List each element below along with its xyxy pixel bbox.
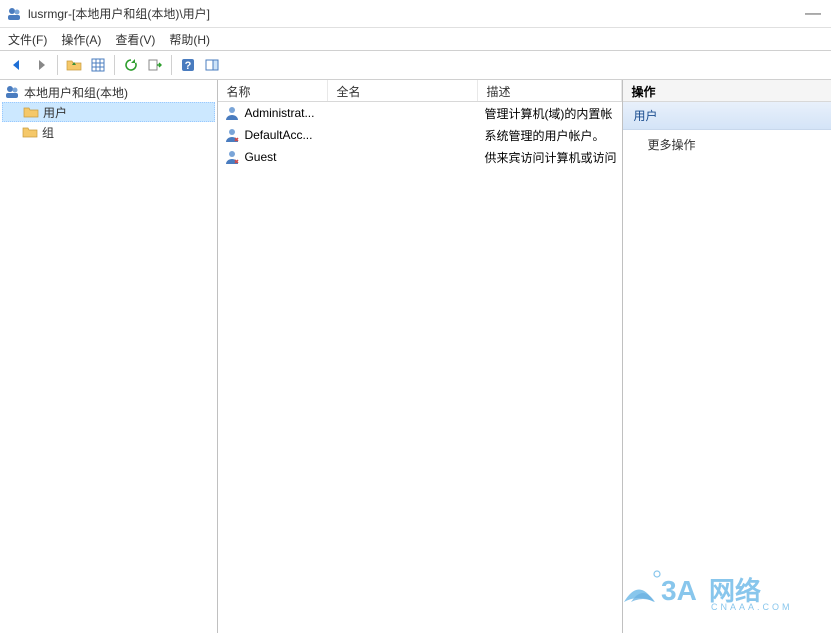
list-item-desc: 供来宾访问计算机或访问 — [478, 149, 622, 166]
panel-icon — [204, 57, 220, 73]
menu-file[interactable]: 文件(F) — [8, 31, 47, 48]
list-item-name: Guest — [244, 150, 276, 164]
export-icon — [147, 57, 163, 73]
back-button[interactable] — [6, 54, 28, 76]
tree-root-label: 本地用户和组(本地) — [24, 84, 128, 101]
back-icon — [9, 57, 25, 73]
list-header: 名称 全名 描述 — [218, 80, 622, 102]
action-section-title: 用户 — [623, 102, 831, 130]
menubar: 文件(F) 操作(A) 查看(V) 帮助(H) — [0, 28, 831, 50]
lusrmgr-icon — [6, 6, 22, 22]
tree-groups[interactable]: 组 — [2, 122, 215, 142]
list-item[interactable]: Guest 供来宾访问计算机或访问 — [218, 146, 622, 168]
tree-root[interactable]: 本地用户和组(本地) — [2, 82, 215, 102]
help-button[interactable]: ? — [177, 54, 199, 76]
col-head-desc[interactable]: 描述 — [478, 80, 622, 101]
export-button[interactable] — [144, 54, 166, 76]
list-item[interactable]: Administrat... 管理计算机(域)的内置帐 — [218, 102, 622, 124]
titlebar-app: lusrmgr — [28, 7, 68, 21]
forward-button[interactable] — [30, 54, 52, 76]
grid-view-button[interactable] — [87, 54, 109, 76]
user-icon — [224, 105, 240, 121]
toolbar-sep-3 — [171, 55, 172, 75]
col-head-name[interactable]: 名称 — [218, 80, 328, 101]
refresh-button[interactable] — [120, 54, 142, 76]
list-item[interactable]: DefaultAcc... 系统管理的用户帐户。 — [218, 124, 622, 146]
list-item-desc: 系统管理的用户帐户。 — [478, 127, 622, 144]
folder-icon — [23, 104, 39, 120]
folder-up-button[interactable] — [63, 54, 85, 76]
folder-icon — [22, 124, 38, 140]
action-pane: 操作 用户 更多操作 — [622, 80, 831, 633]
action-header: 操作 — [623, 80, 831, 102]
tree-groups-label: 组 — [42, 124, 54, 141]
tree-users[interactable]: 用户 — [2, 102, 215, 122]
users-group-icon — [4, 84, 20, 100]
action-more[interactable]: 更多操作 — [623, 130, 831, 159]
menu-view[interactable]: 查看(V) — [115, 31, 155, 48]
folder-open-icon — [66, 57, 82, 73]
list-item-name: Administrat... — [244, 106, 314, 120]
help-icon: ? — [180, 57, 196, 73]
user-icon — [224, 127, 240, 143]
list-item-desc: 管理计算机(域)的内置帐 — [478, 105, 622, 122]
content-area: 本地用户和组(本地) 用户 组 名称 全名 描述 Administrat. — [0, 80, 831, 633]
toolbar-sep-2 — [114, 55, 115, 75]
menu-help[interactable]: 帮助(H) — [169, 31, 210, 48]
list-item-name: DefaultAcc... — [244, 128, 312, 142]
toolbar: ? — [0, 50, 831, 80]
minimize-button[interactable]: — — [805, 5, 825, 23]
tree-pane: 本地用户和组(本地) 用户 组 — [0, 80, 218, 633]
toolbar-sep-1 — [57, 55, 58, 75]
menu-action[interactable]: 操作(A) — [61, 31, 101, 48]
panel-toggle-button[interactable] — [201, 54, 223, 76]
titlebar-path: [本地用户和组(本地)\用户] — [72, 5, 210, 22]
svg-text:?: ? — [185, 60, 192, 72]
grid-icon — [90, 57, 106, 73]
titlebar: lusrmgr - [本地用户和组(本地)\用户] — — [0, 0, 831, 28]
forward-icon — [33, 57, 49, 73]
refresh-icon — [123, 57, 139, 73]
user-icon — [224, 149, 240, 165]
list-pane: 名称 全名 描述 Administrat... 管理计算机(域)的内置帐 Def… — [218, 80, 622, 633]
list-body: Administrat... 管理计算机(域)的内置帐 DefaultAcc..… — [218, 102, 622, 633]
tree-users-label: 用户 — [43, 104, 67, 121]
col-head-full[interactable]: 全名 — [328, 80, 478, 101]
